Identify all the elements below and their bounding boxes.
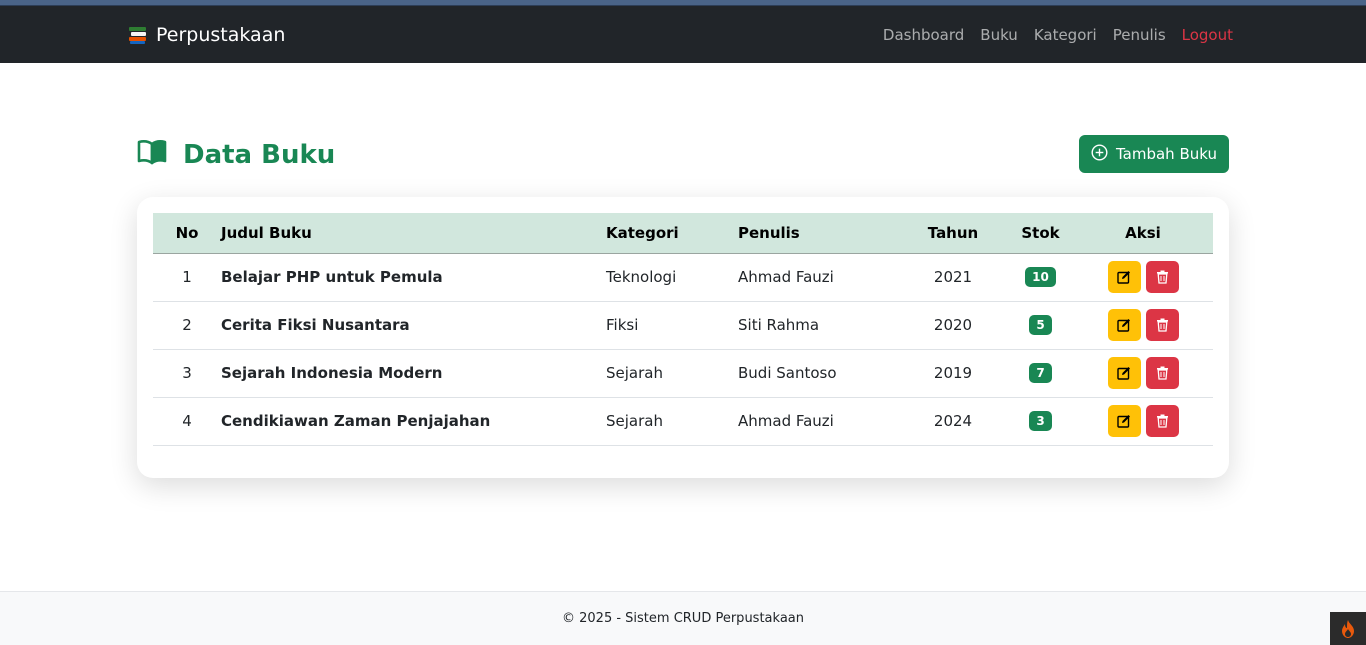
delete-button[interactable] <box>1145 357 1179 389</box>
cell-tahun: 2019 <box>933 364 973 382</box>
nav-link-logout[interactable]: Logout <box>1182 26 1233 44</box>
open-book-icon <box>137 139 167 172</box>
trash-icon <box>1156 318 1168 332</box>
footer-text: © 2025 - Sistem CRUD Perpustakaan <box>562 611 804 626</box>
stok-badge: 5 <box>1029 315 1052 335</box>
pencil-square-icon <box>1117 415 1130 428</box>
books-icon <box>128 25 148 45</box>
cell-judul: Sejarah Indonesia Modern <box>221 364 443 382</box>
table-row: 1 Belajar PHP untuk Pemula Teknologi Ahm… <box>153 253 1213 301</box>
edit-button[interactable] <box>1107 261 1141 293</box>
header-judul: Judul Buku <box>221 213 606 254</box>
edit-button[interactable] <box>1107 357 1141 389</box>
cell-penulis: Ahmad Fauzi <box>738 268 834 286</box>
trash-icon <box>1156 414 1168 428</box>
header-stok: Stok <box>1008 213 1073 254</box>
books-card: No Judul Buku Kategori Penulis Tahun Sto… <box>137 197 1229 478</box>
cell-aksi <box>1073 397 1213 445</box>
pencil-square-icon <box>1117 271 1130 284</box>
nav-links: Dashboard Buku Kategori Penulis Logout <box>883 6 1233 63</box>
cell-judul: Cerita Fiksi Nusantara <box>221 316 410 334</box>
cell-judul: Belajar PHP untuk Pemula <box>221 268 443 286</box>
nav-link-kategori[interactable]: Kategori <box>1034 26 1097 44</box>
nav-link-buku[interactable]: Buku <box>980 26 1018 44</box>
books-table: No Judul Buku Kategori Penulis Tahun Sto… <box>153 213 1213 446</box>
corner-widget[interactable] <box>1330 612 1366 645</box>
navbar-brand[interactable]: Perpustakaan <box>128 6 285 63</box>
plus-circle-icon <box>1091 143 1108 165</box>
header-tahun: Tahun <box>898 213 1008 254</box>
add-book-button[interactable]: Tambah Buku <box>1078 135 1229 173</box>
cell-no: 2 <box>182 316 192 334</box>
stok-badge: 7 <box>1029 363 1052 383</box>
cell-penulis: Budi Santoso <box>738 364 837 382</box>
delete-button[interactable] <box>1145 261 1179 293</box>
navbar: Perpustakaan Dashboard Buku Kategori Pen… <box>0 6 1366 63</box>
header-aksi: Aksi <box>1073 213 1213 254</box>
header-penulis: Penulis <box>738 213 898 254</box>
cell-aksi <box>1073 349 1213 397</box>
cell-stok: 3 <box>1008 397 1073 445</box>
delete-button[interactable] <box>1145 405 1179 437</box>
page-title: Data Buku <box>137 135 335 175</box>
page-title-text: Data Buku <box>183 140 336 170</box>
cell-kategori: Fiksi <box>606 316 639 334</box>
page-header: Data Buku Tambah Buku <box>137 135 1229 175</box>
header-no: No <box>153 213 221 254</box>
cell-stok: 7 <box>1008 349 1073 397</box>
cell-tahun: 2024 <box>933 412 973 430</box>
nav-link-dashboard[interactable]: Dashboard <box>883 26 964 44</box>
pencil-square-icon <box>1117 367 1130 380</box>
add-book-label: Tambah Buku <box>1115 145 1217 163</box>
brand-label: Perpustakaan <box>156 23 286 46</box>
cell-penulis: Ahmad Fauzi <box>738 412 834 430</box>
stok-badge: 3 <box>1029 411 1052 431</box>
cell-stok: 5 <box>1008 301 1073 349</box>
header-kategori: Kategori <box>606 213 738 254</box>
cell-judul: Cendikiawan Zaman Penjajahan <box>221 412 491 430</box>
table-row: 2 Cerita Fiksi Nusantara Fiksi Siti Rahm… <box>153 301 1213 349</box>
cell-kategori: Sejarah <box>606 364 663 382</box>
cell-kategori: Teknologi <box>606 268 677 286</box>
cell-kategori: Sejarah <box>606 412 663 430</box>
nav-link-penulis[interactable]: Penulis <box>1113 26 1166 44</box>
footer: © 2025 - Sistem CRUD Perpustakaan <box>0 591 1366 645</box>
edit-button[interactable] <box>1107 309 1141 341</box>
trash-icon <box>1156 366 1168 380</box>
cell-no: 4 <box>182 412 192 430</box>
table-header-row: No Judul Buku Kategori Penulis Tahun Sto… <box>153 213 1213 254</box>
edit-button[interactable] <box>1107 405 1141 437</box>
cell-stok: 10 <box>1008 253 1073 301</box>
trash-icon <box>1156 270 1168 284</box>
pencil-square-icon <box>1117 319 1130 332</box>
cell-tahun: 2020 <box>933 316 973 334</box>
cell-aksi <box>1073 301 1213 349</box>
cell-aksi <box>1073 253 1213 301</box>
table-row: 3 Sejarah Indonesia Modern Sejarah Budi … <box>153 349 1213 397</box>
cell-no: 1 <box>182 268 192 286</box>
table-row: 4 Cendikiawan Zaman Penjajahan Sejarah A… <box>153 397 1213 445</box>
stok-badge: 10 <box>1025 267 1056 287</box>
cell-penulis: Siti Rahma <box>738 316 820 334</box>
delete-button[interactable] <box>1145 309 1179 341</box>
cell-tahun: 2021 <box>933 268 973 286</box>
cell-no: 3 <box>182 364 192 382</box>
flame-icon <box>1342 619 1354 638</box>
